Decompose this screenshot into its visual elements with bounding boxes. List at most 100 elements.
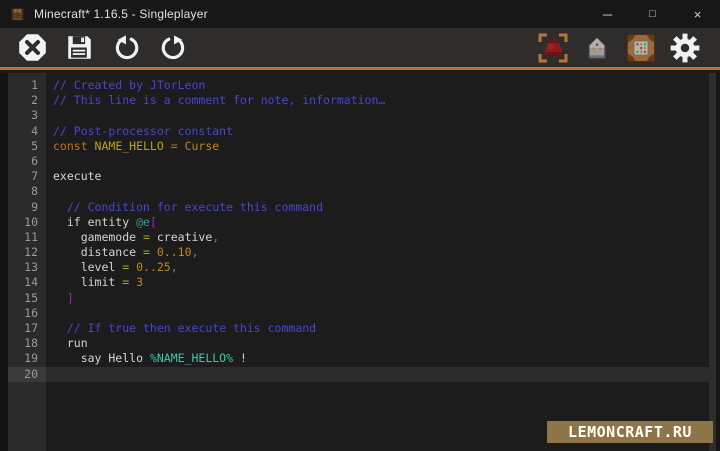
code-segment: execute — [53, 169, 101, 183]
line-number: 19 — [8, 351, 46, 366]
code-segment: // Post-processor constant — [53, 124, 233, 138]
code-line[interactable]: 2 // This line is a comment for note, inf… — [8, 93, 709, 108]
settings-gear-icon — [670, 33, 700, 63]
undo-button[interactable] — [109, 31, 143, 65]
line-number: 20 — [8, 367, 46, 382]
code-text: // If true then execute this command — [46, 321, 316, 336]
line-number: 4 — [8, 124, 46, 139]
code-line[interactable]: 7execute — [8, 169, 709, 184]
code-line[interactable]: 15 ] — [8, 291, 709, 306]
stop-button[interactable] — [15, 31, 49, 65]
code-segment: ! — [233, 351, 247, 365]
line-number: 1 — [8, 78, 46, 93]
line-number: 8 — [8, 184, 46, 199]
code-text: // Post-processor constant — [46, 124, 233, 139]
toolbar — [0, 28, 720, 70]
code-text: // This line is a comment for note, info… — [46, 93, 385, 108]
redstone-icon — [537, 32, 569, 64]
code-segment: @e — [136, 215, 150, 229]
code-line[interactable]: 19 say Hello %NAME_HELLO% ! — [8, 351, 709, 366]
code-text: const NAME_HELLO = Curse — [46, 139, 219, 154]
watermark-badge: LEMONCRAFT.RU — [547, 421, 713, 443]
line-number: 14 — [8, 275, 46, 290]
code-segment: if entity — [53, 215, 136, 229]
code-segment: // If true then execute this command — [53, 321, 316, 335]
code-text: // Created by JTorLeon — [46, 78, 205, 93]
code-segment: limit — [53, 275, 122, 289]
redo-icon — [160, 34, 187, 61]
code-line[interactable]: 17 // If true then execute this command — [8, 321, 709, 336]
crafting-gui-button[interactable] — [624, 31, 658, 65]
maximize-button[interactable]: □ — [630, 0, 675, 28]
close-button[interactable]: × — [675, 0, 720, 28]
code-segment: 3 — [136, 275, 143, 289]
line-number: 17 — [8, 321, 46, 336]
line-number: 5 — [8, 139, 46, 154]
app-window: Minecraft* 1.16.5 - Singleplayer ─ □ × — [0, 0, 720, 451]
code-line[interactable]: 5const NAME_HELLO = Curse — [8, 139, 709, 154]
undo-icon — [113, 34, 140, 61]
minimize-button[interactable]: ─ — [585, 0, 630, 28]
code-line[interactable]: 11 gamemode = creative, — [8, 230, 709, 245]
line-number: 2 — [8, 93, 46, 108]
code-segment: = — [164, 139, 185, 153]
redo-button[interactable] — [156, 31, 190, 65]
editor-scrollbar[interactable] — [709, 73, 716, 451]
home-icon — [583, 34, 611, 62]
code-segment: // Condition for execute this command — [53, 200, 323, 214]
code-line[interactable]: 18 run — [8, 336, 709, 351]
code-line[interactable]: 4 // Post-processor constant — [8, 124, 709, 139]
code-text — [46, 108, 53, 123]
code-segment: , — [212, 230, 219, 244]
save-icon — [66, 34, 93, 61]
settings-button[interactable] — [668, 31, 702, 65]
line-number: 3 — [8, 108, 46, 123]
window-controls: ─ □ × — [585, 0, 720, 28]
line-number: 6 — [8, 154, 46, 169]
code-text — [46, 367, 53, 382]
code-segment: say Hello — [53, 351, 150, 365]
code-text: if entity @e[ — [46, 215, 157, 230]
code-text: say Hello %NAME_HELLO% ! — [46, 351, 247, 366]
code-line[interactable]: 16 — [8, 306, 709, 321]
code-text: ] — [46, 291, 74, 306]
window-title: Minecraft* 1.16.5 - Singleplayer — [34, 7, 208, 21]
code-segment: %NAME_HELLO% — [150, 351, 233, 365]
code-line[interactable]: 9 // Condition for execute this command — [8, 200, 709, 215]
code-line[interactable]: 8 — [8, 184, 709, 199]
line-number: 16 — [8, 306, 46, 321]
code-line[interactable]: 14 limit = 3 — [8, 275, 709, 290]
code-segment: = — [122, 275, 136, 289]
code-line[interactable]: 1 // Created by JTorLeon — [8, 78, 709, 93]
code-line[interactable]: 10 if entity @e[ — [8, 215, 709, 230]
code-text: // Condition for execute this command — [46, 200, 323, 215]
redstone-select-button[interactable] — [536, 31, 570, 65]
minecraft-block-icon — [10, 7, 25, 22]
code-segment: // This line is a comment for note, info… — [53, 93, 385, 107]
code-editor[interactable]: 1 // Created by JTorLeon 2 // This line is … — [0, 73, 720, 451]
code-line[interactable]: 20 — [8, 367, 709, 382]
code-segment: gamemode — [53, 230, 143, 244]
code-segment: creative — [157, 230, 212, 244]
code-line[interactable]: 13 level = 0..25, — [8, 260, 709, 275]
code-area[interactable]: 1 // Created by JTorLeon 2 // This line is … — [8, 78, 709, 382]
save-button[interactable] — [62, 31, 96, 65]
code-line[interactable]: 12 distance = 0..10, — [8, 245, 709, 260]
code-segment: const — [53, 139, 95, 153]
code-text — [46, 154, 53, 169]
editor-left-margin — [0, 73, 8, 451]
editor-right-edge — [716, 73, 720, 451]
code-segment: distance — [53, 245, 143, 259]
code-segment: = — [143, 245, 157, 259]
title-bar: Minecraft* 1.16.5 - Singleplayer ─ □ × — [0, 0, 720, 28]
code-line[interactable]: 6 — [8, 154, 709, 169]
code-line[interactable]: 3 — [8, 108, 709, 123]
home-button[interactable] — [580, 31, 614, 65]
code-text: level = 0..25, — [46, 260, 178, 275]
stop-icon — [18, 33, 47, 62]
code-text: gamemode = creative, — [46, 230, 219, 245]
code-segment: Curse — [185, 139, 220, 153]
code-segment: // Created by JTorLeon — [53, 78, 205, 92]
line-number: 15 — [8, 291, 46, 306]
line-number: 9 — [8, 200, 46, 215]
